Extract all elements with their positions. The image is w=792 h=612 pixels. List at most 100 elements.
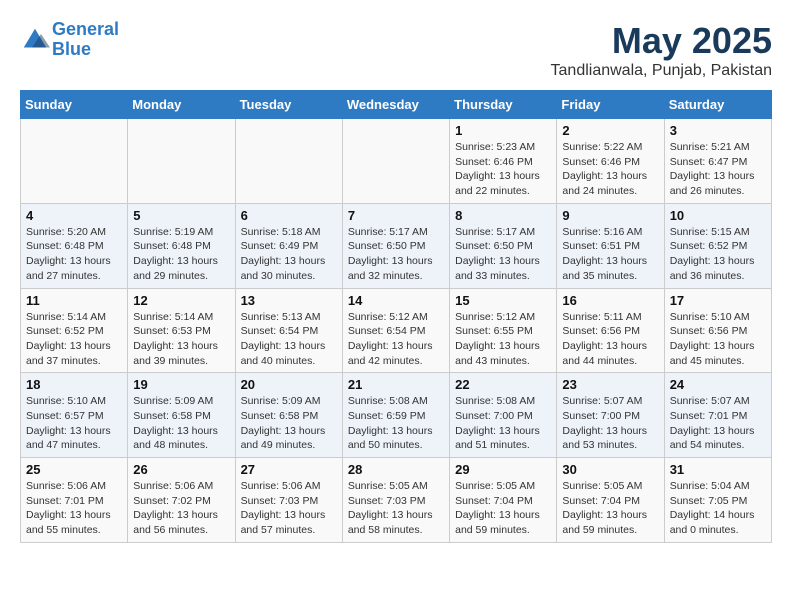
day-number: 23	[562, 377, 658, 392]
calendar-cell: 15 Sunrise: 5:12 AM Sunset: 6:55 PM Dayli…	[450, 288, 557, 373]
calendar-cell	[21, 119, 128, 204]
day-info: Sunrise: 5:07 AM Sunset: 7:00 PM Dayligh…	[562, 394, 658, 453]
calendar-cell: 25Sunrise: 5:06 AM Sunset: 7:01 PM Dayli…	[21, 458, 128, 543]
calendar-cell	[342, 119, 449, 204]
calendar-cell: 20 Sunrise: 5:09 AM Sunset: 6:58 PM Dayli…	[235, 373, 342, 458]
day-number: 4	[26, 208, 122, 223]
day-number: 19	[133, 377, 229, 392]
weekday-header-wednesday: Wednesday	[342, 91, 449, 119]
day-number: 27	[241, 462, 337, 477]
weekday-header-sunday: Sunday	[21, 91, 128, 119]
calendar-cell: 10 Sunrise: 5:15 AM Sunset: 6:52 PM Dayli…	[664, 203, 771, 288]
day-info: Sunrise: 5:09 AM Sunset: 6:58 PM Dayligh…	[133, 394, 229, 453]
week-row-3: 11Sunrise: 5:14 AM Sunset: 6:52 PM Dayli…	[21, 288, 772, 373]
calendar-cell: 31 Sunrise: 5:04 AM Sunset: 7:05 PM Dayli…	[664, 458, 771, 543]
day-number: 17	[670, 293, 766, 308]
day-number: 22	[455, 377, 551, 392]
weekday-header-monday: Monday	[128, 91, 235, 119]
day-info: Sunrise: 5:20 AM Sunset: 6:48 PM Dayligh…	[26, 225, 122, 284]
day-info: Sunrise: 5:06 AM Sunset: 7:02 PM Dayligh…	[133, 479, 229, 538]
day-number: 3	[670, 123, 766, 138]
calendar-cell: 26 Sunrise: 5:06 AM Sunset: 7:02 PM Dayli…	[128, 458, 235, 543]
calendar-cell: 29Sunrise: 5:05 AM Sunset: 7:04 PM Dayli…	[450, 458, 557, 543]
calendar-cell: 2 Sunrise: 5:22 AM Sunset: 6:46 PM Daylig…	[557, 119, 664, 204]
calendar-cell: 8Sunrise: 5:17 AM Sunset: 6:50 PM Daylig…	[450, 203, 557, 288]
calendar-cell	[128, 119, 235, 204]
logo-line2: Blue	[52, 39, 91, 59]
calendar-cell: 24 Sunrise: 5:07 AM Sunset: 7:01 PM Dayli…	[664, 373, 771, 458]
day-info: Sunrise: 5:05 AM Sunset: 7:03 PM Dayligh…	[348, 479, 444, 538]
day-info: Sunrise: 5:05 AM Sunset: 7:04 PM Dayligh…	[562, 479, 658, 538]
title-block: May 2025 Tandlianwala, Punjab, Pakistan	[551, 20, 772, 80]
day-number: 31	[670, 462, 766, 477]
day-number: 28	[348, 462, 444, 477]
day-info: Sunrise: 5:08 AM Sunset: 7:00 PM Dayligh…	[455, 394, 551, 453]
week-row-4: 18 Sunrise: 5:10 AM Sunset: 6:57 PM Dayli…	[21, 373, 772, 458]
calendar-table: SundayMondayTuesdayWednesdayThursdayFrid…	[20, 90, 772, 543]
weekday-header-row: SundayMondayTuesdayWednesdayThursdayFrid…	[21, 91, 772, 119]
logo-text: General Blue	[52, 20, 119, 60]
day-info: Sunrise: 5:21 AM Sunset: 6:47 PM Dayligh…	[670, 140, 766, 199]
day-info: Sunrise: 5:14 AM Sunset: 6:53 PM Dayligh…	[133, 310, 229, 369]
calendar-cell: 4 Sunrise: 5:20 AM Sunset: 6:48 PM Daylig…	[21, 203, 128, 288]
calendar-cell: 6 Sunrise: 5:18 AM Sunset: 6:49 PM Daylig…	[235, 203, 342, 288]
day-number: 7	[348, 208, 444, 223]
day-number: 12	[133, 293, 229, 308]
day-number: 6	[241, 208, 337, 223]
day-number: 26	[133, 462, 229, 477]
weekday-header-thursday: Thursday	[450, 91, 557, 119]
day-number: 30	[562, 462, 658, 477]
calendar-cell: 17 Sunrise: 5:10 AM Sunset: 6:56 PM Dayli…	[664, 288, 771, 373]
calendar-cell: 13 Sunrise: 5:13 AM Sunset: 6:54 PM Dayli…	[235, 288, 342, 373]
day-info: Sunrise: 5:18 AM Sunset: 6:49 PM Dayligh…	[241, 225, 337, 284]
day-number: 24	[670, 377, 766, 392]
week-row-5: 25Sunrise: 5:06 AM Sunset: 7:01 PM Dayli…	[21, 458, 772, 543]
calendar-cell: 21Sunrise: 5:08 AM Sunset: 6:59 PM Dayli…	[342, 373, 449, 458]
day-info: Sunrise: 5:17 AM Sunset: 6:50 PM Dayligh…	[348, 225, 444, 284]
day-info: Sunrise: 5:09 AM Sunset: 6:58 PM Dayligh…	[241, 394, 337, 453]
day-info: Sunrise: 5:15 AM Sunset: 6:52 PM Dayligh…	[670, 225, 766, 284]
day-number: 1	[455, 123, 551, 138]
day-info: Sunrise: 5:06 AM Sunset: 7:03 PM Dayligh…	[241, 479, 337, 538]
day-info: Sunrise: 5:22 AM Sunset: 6:46 PM Dayligh…	[562, 140, 658, 199]
logo: General Blue	[20, 20, 119, 60]
day-number: 21	[348, 377, 444, 392]
calendar-cell: 7 Sunrise: 5:17 AM Sunset: 6:50 PM Daylig…	[342, 203, 449, 288]
day-number: 9	[562, 208, 658, 223]
calendar-cell: 5 Sunrise: 5:19 AM Sunset: 6:48 PM Daylig…	[128, 203, 235, 288]
day-number: 15	[455, 293, 551, 308]
logo-icon	[20, 25, 50, 55]
page-title: May 2025	[551, 20, 772, 62]
day-number: 29	[455, 462, 551, 477]
day-info: Sunrise: 5:17 AM Sunset: 6:50 PM Dayligh…	[455, 225, 551, 284]
page-header: General Blue May 2025 Tandlianwala, Punj…	[20, 20, 772, 80]
week-row-1: 1Sunrise: 5:23 AM Sunset: 6:46 PM Daylig…	[21, 119, 772, 204]
calendar-cell: 27 Sunrise: 5:06 AM Sunset: 7:03 PM Dayli…	[235, 458, 342, 543]
calendar-cell: 1Sunrise: 5:23 AM Sunset: 6:46 PM Daylig…	[450, 119, 557, 204]
weekday-header-friday: Friday	[557, 91, 664, 119]
day-number: 18	[26, 377, 122, 392]
calendar-cell	[235, 119, 342, 204]
calendar-cell: 11Sunrise: 5:14 AM Sunset: 6:52 PM Dayli…	[21, 288, 128, 373]
day-info: Sunrise: 5:11 AM Sunset: 6:56 PM Dayligh…	[562, 310, 658, 369]
day-number: 5	[133, 208, 229, 223]
day-info: Sunrise: 5:07 AM Sunset: 7:01 PM Dayligh…	[670, 394, 766, 453]
day-number: 2	[562, 123, 658, 138]
day-number: 10	[670, 208, 766, 223]
weekday-header-tuesday: Tuesday	[235, 91, 342, 119]
day-number: 13	[241, 293, 337, 308]
day-info: Sunrise: 5:04 AM Sunset: 7:05 PM Dayligh…	[670, 479, 766, 538]
day-info: Sunrise: 5:12 AM Sunset: 6:54 PM Dayligh…	[348, 310, 444, 369]
day-number: 14	[348, 293, 444, 308]
calendar-cell: 19 Sunrise: 5:09 AM Sunset: 6:58 PM Dayli…	[128, 373, 235, 458]
calendar-cell: 16 Sunrise: 5:11 AM Sunset: 6:56 PM Dayli…	[557, 288, 664, 373]
day-number: 20	[241, 377, 337, 392]
day-number: 16	[562, 293, 658, 308]
day-info: Sunrise: 5:13 AM Sunset: 6:54 PM Dayligh…	[241, 310, 337, 369]
calendar-cell: 18 Sunrise: 5:10 AM Sunset: 6:57 PM Dayli…	[21, 373, 128, 458]
day-info: Sunrise: 5:19 AM Sunset: 6:48 PM Dayligh…	[133, 225, 229, 284]
day-info: Sunrise: 5:12 AM Sunset: 6:55 PM Dayligh…	[455, 310, 551, 369]
calendar-cell: 22 Sunrise: 5:08 AM Sunset: 7:00 PM Dayli…	[450, 373, 557, 458]
day-info: Sunrise: 5:10 AM Sunset: 6:56 PM Dayligh…	[670, 310, 766, 369]
day-info: Sunrise: 5:10 AM Sunset: 6:57 PM Dayligh…	[26, 394, 122, 453]
